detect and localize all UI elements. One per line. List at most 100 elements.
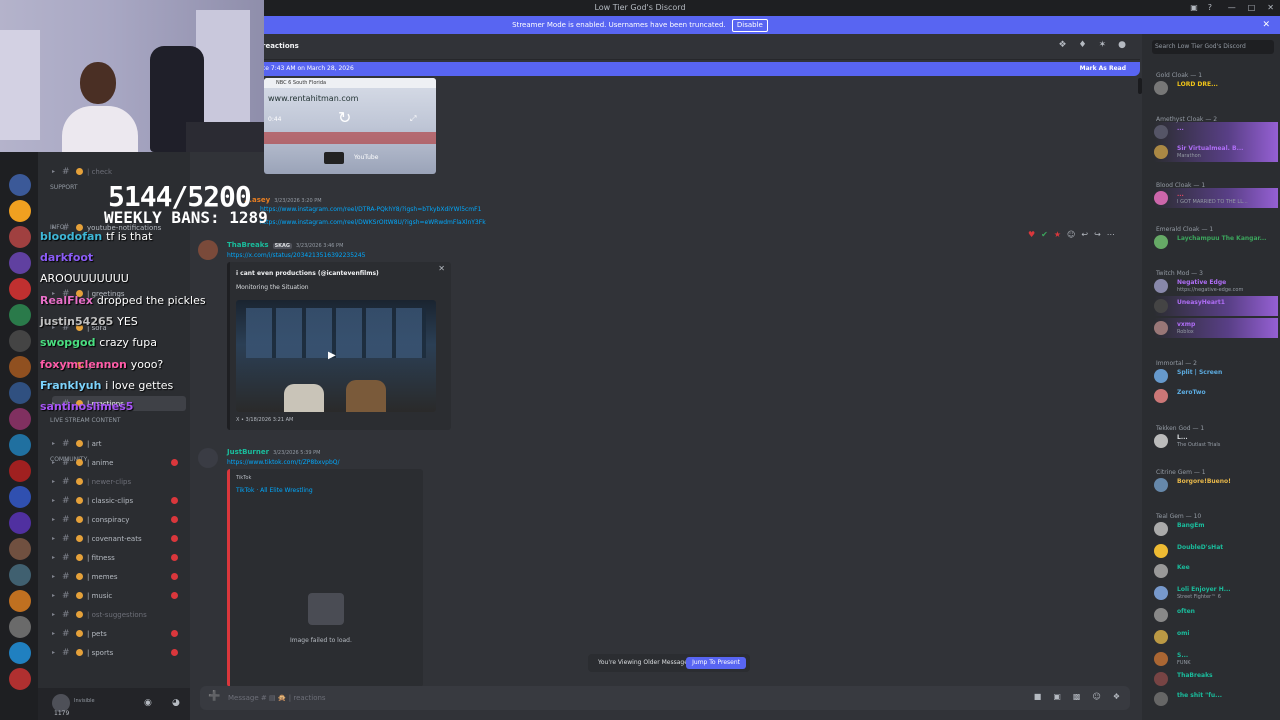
server-icon[interactable]: [9, 278, 31, 300]
channel-item[interactable]: ▸ # | covenant-eats: [52, 531, 186, 546]
member-item[interactable]: omi: [1154, 627, 1278, 647]
message-author[interactable]: ThaBreaks SKAG 3/23/2026 3:46 PM: [227, 241, 343, 249]
server-icon[interactable]: [9, 538, 31, 560]
expand-icon[interactable]: ⤢: [410, 114, 416, 124]
member-item[interactable]: Loli Enjoyer H... Street Fighter™ 6: [1154, 583, 1278, 603]
help-icon[interactable]: ?: [1208, 0, 1212, 16]
embed-image[interactable]: ▶: [236, 300, 436, 412]
avatar[interactable]: [198, 448, 218, 468]
author-name[interactable]: ThaBreaks: [227, 241, 269, 249]
inbox-icon[interactable]: ▣: [1190, 0, 1198, 16]
reaction-icon[interactable]: ★: [1054, 230, 1061, 244]
member-item[interactable]: BangEm: [1154, 519, 1278, 539]
message-author[interactable]: ...asey 3/23/2026 3:20 PM: [244, 196, 322, 204]
server-icon[interactable]: [9, 304, 31, 326]
attach-icon[interactable]: ➕: [208, 691, 220, 702]
message-author[interactable]: JustBurner 3/23/2026 5:39 PM: [227, 448, 320, 456]
server-icon[interactable]: [9, 382, 31, 404]
channel-item[interactable]: ▸ # | sports: [52, 645, 186, 660]
message-link[interactable]: https://x.com/i/status/20342135163922352…: [227, 252, 365, 259]
sticker-icon[interactable]: ▩: [1073, 692, 1081, 701]
member-item[interactable]: ...: [1154, 122, 1278, 142]
category-support[interactable]: SUPPORT: [50, 184, 78, 191]
new-messages-bar[interactable]: ce 7:43 AM on March 28, 2026 Mark As Rea…: [190, 62, 1140, 76]
message-composer[interactable]: ➕ Message # ▤ 🙊 | reactions ■ ▣ ▩ ☺ ❖: [200, 686, 1130, 710]
member-item[interactable]: Kee: [1154, 561, 1278, 581]
member-item[interactable]: L... The Outlast Trials: [1154, 431, 1278, 451]
channel-item[interactable]: ▸ # | pets: [52, 626, 186, 641]
close-banner-icon[interactable]: ✕: [1262, 16, 1270, 34]
close-window-button[interactable]: ✕: [1267, 0, 1274, 16]
reaction-icon[interactable]: ♥: [1028, 230, 1035, 244]
server-icon[interactable]: [9, 330, 31, 352]
member-item[interactable]: Negative Edge https://negative-edge.com: [1154, 276, 1278, 296]
jump-to-present-button[interactable]: Jump To Present: [686, 657, 746, 669]
search-input[interactable]: Search Low Tier God's Discord: [1152, 40, 1274, 54]
channel-item[interactable]: ▸ # | anime: [52, 455, 186, 470]
disable-button[interactable]: Disable: [731, 19, 768, 32]
server-icon[interactable]: [9, 668, 31, 690]
channel-item[interactable]: ▸ # | memes: [52, 569, 186, 584]
member-item[interactable]: Laychampuu The Kangar...: [1154, 232, 1278, 252]
member-item[interactable]: Borgore!Bueno!: [1154, 475, 1278, 495]
server-icon[interactable]: [9, 252, 31, 274]
channel-item[interactable]: ▸ # | fitness: [52, 550, 186, 565]
channel-item[interactable]: ▸ # | music: [52, 588, 186, 603]
server-icon[interactable]: [9, 512, 31, 534]
avatar[interactable]: [198, 240, 218, 260]
category-live-stream-content[interactable]: LIVE STREAM CONTENT: [50, 417, 121, 424]
members-icon[interactable]: ●: [1118, 40, 1126, 50]
server-icon[interactable]: [9, 356, 31, 378]
channel-item[interactable]: ▸ # | art: [52, 436, 186, 451]
channel-item[interactable]: ▸ # | newer-clips: [52, 474, 186, 489]
channel-item[interactable]: ▸ # | ost-suggestions: [52, 607, 186, 622]
mark-as-read-button[interactable]: Mark As Read: [1080, 62, 1126, 76]
message-link[interactable]: https://www.instagram.com/reel/DWKSrOItW…: [260, 219, 486, 226]
message-link[interactable]: https://www.instagram.com/reel/DTRA-PQkh…: [260, 206, 481, 213]
more-icon[interactable]: ⋯: [1107, 230, 1115, 244]
pin-icon[interactable]: ✶: [1099, 40, 1107, 50]
message-input[interactable]: Message # ▤ 🙊 | reactions: [228, 694, 326, 702]
play-icon[interactable]: [324, 152, 344, 164]
member-item[interactable]: DoubleD'sHat: [1154, 541, 1278, 561]
member-item[interactable]: ZeroTwo: [1154, 386, 1278, 406]
server-icon[interactable]: [9, 460, 31, 482]
server-icon[interactable]: [9, 642, 31, 664]
member-item[interactable]: Sir Virtualmeal. B... Marathon: [1154, 142, 1278, 162]
member-item[interactable]: vxmp Roblox: [1154, 318, 1278, 338]
server-icon[interactable]: [9, 174, 31, 196]
member-item[interactable]: the shit "fu...: [1154, 689, 1278, 709]
member-item[interactable]: S... FUNK: [1154, 649, 1278, 669]
member-item[interactable]: Split | Screen: [1154, 366, 1278, 386]
mic-icon[interactable]: ◉: [144, 698, 152, 708]
video-embed[interactable]: NBC 6 South Florida www.rentahitman.com …: [264, 78, 436, 174]
member-item[interactable]: LORD DRE...: [1154, 78, 1278, 98]
member-item[interactable]: ... I GOT MARRIED TO THE LL...: [1154, 188, 1278, 208]
server-icon[interactable]: [9, 616, 31, 638]
member-item[interactable]: UneasyHeart1: [1154, 296, 1278, 316]
minimize-button[interactable]: —: [1228, 0, 1236, 16]
add-reaction-icon[interactable]: ☺: [1067, 230, 1075, 244]
channel-item[interactable]: ▸ # | classic-clips: [52, 493, 186, 508]
headphones-icon[interactable]: ◕: [172, 698, 180, 708]
reply-icon[interactable]: ↩: [1081, 230, 1088, 244]
server-icon[interactable]: [9, 226, 31, 248]
apps-icon[interactable]: ❖: [1113, 692, 1120, 701]
threads-icon[interactable]: ❖: [1058, 40, 1066, 50]
gift-icon[interactable]: ■: [1034, 692, 1042, 701]
server-icon[interactable]: [9, 408, 31, 430]
server-icon[interactable]: [9, 486, 31, 508]
close-embed-icon[interactable]: ✕: [438, 264, 445, 273]
server-icon[interactable]: [9, 200, 31, 222]
channel-item[interactable]: ▸ # | conspiracy: [52, 512, 186, 527]
embed-title[interactable]: TikTok · All Elite Wrestling: [236, 487, 313, 494]
member-item[interactable]: often: [1154, 605, 1278, 625]
emoji-icon[interactable]: ☺: [1092, 692, 1100, 701]
server-icon[interactable]: [9, 434, 31, 456]
replay-icon[interactable]: ↻: [338, 108, 351, 127]
channel-item[interactable]: ▸ # | check: [52, 164, 186, 179]
author-name[interactable]: JustBurner: [227, 448, 269, 456]
forward-icon[interactable]: ↪: [1094, 230, 1101, 244]
embed-title[interactable]: i cant even productions (@icantevenfilms…: [236, 270, 379, 277]
member-item[interactable]: ThaBreaks: [1154, 669, 1278, 689]
